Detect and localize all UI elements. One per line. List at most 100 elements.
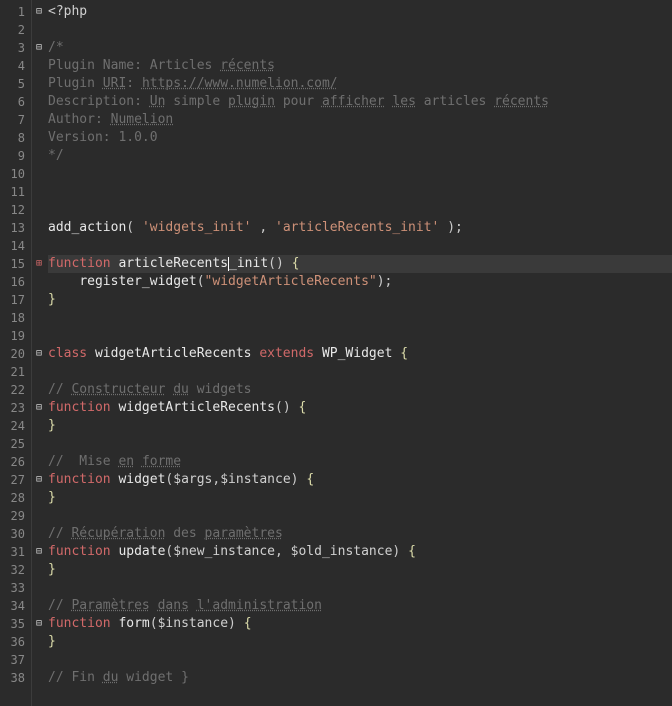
code-line[interactable] (48, 183, 672, 201)
fold-spacer (32, 579, 46, 597)
line-number: 17 (0, 291, 31, 309)
line-number: 3 (0, 39, 31, 57)
line-number: 22 (0, 381, 31, 399)
fold-spacer (32, 525, 46, 543)
code-line[interactable]: } (48, 489, 672, 507)
fold-spacer (32, 183, 46, 201)
fold-spacer (32, 489, 46, 507)
fold-spacer (32, 633, 46, 651)
code-line[interactable]: } (48, 417, 672, 435)
fold-collapse-icon[interactable] (32, 345, 46, 363)
code-line[interactable]: } (48, 561, 672, 579)
line-number: 6 (0, 93, 31, 111)
line-number: 37 (0, 651, 31, 669)
code-line[interactable]: function form($instance) { (48, 615, 672, 633)
code-line[interactable]: function widgetArticleRecents() { (48, 399, 672, 417)
code-line[interactable]: Plugin URI: https://www.numelion.com/ (48, 75, 672, 93)
line-number: 28 (0, 489, 31, 507)
line-number-gutter: 1234567891011121314151617181920212223242… (0, 0, 32, 706)
fold-spacer (32, 669, 46, 687)
fold-column (32, 0, 46, 706)
code-line[interactable]: register_widget("widgetArticleRecents"); (48, 273, 672, 291)
code-line[interactable] (48, 309, 672, 327)
code-line[interactable]: } (48, 633, 672, 651)
code-line[interactable] (48, 507, 672, 525)
fold-spacer (32, 237, 46, 255)
code-line[interactable]: Version: 1.0.0 (48, 129, 672, 147)
code-line[interactable]: /* (48, 39, 672, 57)
line-number: 10 (0, 165, 31, 183)
line-number: 19 (0, 327, 31, 345)
fold-spacer (32, 129, 46, 147)
line-number: 16 (0, 273, 31, 291)
line-number: 7 (0, 111, 31, 129)
line-number: 4 (0, 57, 31, 75)
code-line[interactable] (48, 435, 672, 453)
line-number: 8 (0, 129, 31, 147)
fold-spacer (32, 651, 46, 669)
line-number: 18 (0, 309, 31, 327)
fold-collapse-icon[interactable] (32, 3, 46, 21)
fold-collapse-icon[interactable] (32, 471, 46, 489)
fold-spacer (32, 381, 46, 399)
fold-spacer (32, 453, 46, 471)
fold-collapse-icon[interactable] (32, 399, 46, 417)
code-line[interactable] (48, 237, 672, 255)
fold-spacer (32, 21, 46, 39)
line-number: 12 (0, 201, 31, 219)
code-line[interactable] (48, 21, 672, 39)
line-number: 32 (0, 561, 31, 579)
line-number: 2 (0, 21, 31, 39)
code-line[interactable]: Description: Un simple plugin pour affic… (48, 93, 672, 111)
code-line-current[interactable]: function articleRecents_init() { (48, 255, 672, 273)
code-line[interactable]: // Fin du widget } (48, 669, 672, 687)
code-line[interactable] (48, 363, 672, 381)
fold-spacer (32, 507, 46, 525)
code-line[interactable]: <?php (48, 3, 672, 21)
line-number: 25 (0, 435, 31, 453)
code-area[interactable]: <?php /* Plugin Name: Articles récents P… (46, 0, 672, 706)
fold-spacer (32, 147, 46, 165)
fold-spacer (32, 363, 46, 381)
fold-spacer (32, 309, 46, 327)
code-line[interactable] (48, 579, 672, 597)
code-line[interactable]: Author: Numelion (48, 111, 672, 129)
code-line[interactable]: function update($new_instance, $old_inst… (48, 543, 672, 561)
fold-spacer (32, 291, 46, 309)
fold-collapse-icon[interactable] (32, 543, 46, 561)
code-line[interactable]: Plugin Name: Articles récents (48, 57, 672, 75)
fold-spacer (32, 219, 46, 237)
code-line[interactable]: class widgetArticleRecents extends WP_Wi… (48, 345, 672, 363)
code-line[interactable]: // Récupération des paramètres (48, 525, 672, 543)
code-line[interactable] (48, 165, 672, 183)
line-number: 31 (0, 543, 31, 561)
line-number: 11 (0, 183, 31, 201)
line-number: 20 (0, 345, 31, 363)
fold-collapse-icon[interactable] (32, 615, 46, 633)
code-line[interactable]: function widget($args,$instance) { (48, 471, 672, 489)
fold-spacer (32, 57, 46, 75)
code-line[interactable]: // Paramètres dans l'administration (48, 597, 672, 615)
line-number: 15 (0, 255, 31, 273)
line-number: 9 (0, 147, 31, 165)
code-line[interactable] (48, 201, 672, 219)
fold-expand-icon[interactable] (32, 255, 46, 273)
fold-spacer (32, 93, 46, 111)
code-line[interactable]: // Mise en forme (48, 453, 672, 471)
line-number: 24 (0, 417, 31, 435)
code-line[interactable]: add_action( 'widgets_init' , 'articleRec… (48, 219, 672, 237)
code-line[interactable]: */ (48, 147, 672, 165)
code-line[interactable] (48, 651, 672, 669)
fold-spacer (32, 273, 46, 291)
fold-spacer (32, 111, 46, 129)
line-number: 23 (0, 399, 31, 417)
code-line[interactable] (48, 327, 672, 345)
line-number: 13 (0, 219, 31, 237)
code-line[interactable]: // Constructeur du widgets (48, 381, 672, 399)
code-line[interactable]: } (48, 291, 672, 309)
fold-spacer (32, 165, 46, 183)
fold-collapse-icon[interactable] (32, 39, 46, 57)
line-number: 1 (0, 3, 31, 21)
fold-spacer (32, 435, 46, 453)
line-number: 14 (0, 237, 31, 255)
